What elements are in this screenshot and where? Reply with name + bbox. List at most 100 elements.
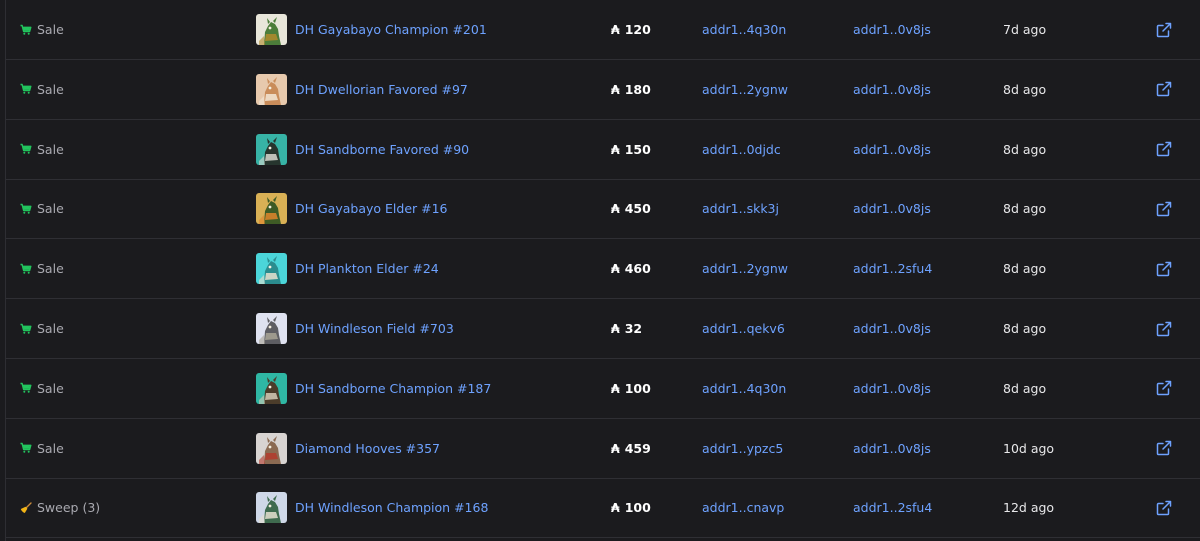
to-address-link[interactable]: addr1..2sfu4	[853, 478, 932, 537]
from-address-link[interactable]: addr1..skk3j	[702, 179, 779, 238]
external-link-button[interactable]	[1156, 419, 1172, 478]
nft-name-link[interactable]: DH Windleson Field #703	[295, 321, 454, 336]
ada-currency-symbol: ₳	[611, 141, 620, 157]
to-address-link[interactable]: addr1..2sfu4	[853, 239, 932, 298]
nft-thumbnail[interactable]	[256, 73, 287, 105]
external-link-button[interactable]	[1156, 179, 1172, 238]
time-ago: 10d ago	[1003, 440, 1055, 456]
time-ago: 8d ago	[1003, 201, 1047, 217]
ada-currency-symbol: ₳	[611, 22, 620, 37]
to-address-link[interactable]: addr1..0v8js	[853, 120, 931, 179]
price: ₳ 100	[611, 359, 651, 418]
nft-thumbnail[interactable]	[256, 432, 287, 464]
external-link-icon[interactable]	[1156, 440, 1172, 456]
cart-icon	[20, 382, 32, 394]
external-link-icon[interactable]	[1156, 141, 1172, 157]
external-link-button[interactable]	[1156, 359, 1172, 418]
to-address-link[interactable]: addr1..0v8js	[853, 359, 931, 418]
time-ago: 7d ago	[1003, 22, 1047, 37]
external-link-button[interactable]	[1156, 478, 1172, 537]
cart-icon	[20, 203, 32, 215]
to-address-link[interactable]: addr1..0v8js	[853, 60, 931, 119]
price-value: 100	[624, 500, 651, 516]
to-address-link[interactable]: addr1..0v8js	[853, 0, 931, 59]
nft-image	[256, 133, 287, 165]
nft-name-link[interactable]: DH Sandborne Favored #90	[295, 142, 469, 157]
event-type-label: Sweep (3)	[37, 500, 101, 516]
nft-cell[interactable]: DH Plankton Elder #24	[256, 239, 439, 298]
nft-name-link[interactable]: DH Dwellorian Favored #97	[295, 82, 468, 97]
from-address-link[interactable]: addr1..ypzc5	[702, 419, 783, 478]
event-type-label: Sale	[37, 261, 64, 277]
nft-cell[interactable]: DH Sandborne Favored #90	[256, 120, 469, 179]
ada-currency-symbol: ₳	[611, 201, 620, 217]
cart-icon	[20, 323, 32, 335]
from-address-link[interactable]: addr1..2ygnw	[702, 239, 788, 298]
from-address-link[interactable]: addr1..4q30n	[702, 359, 786, 418]
from-address-link[interactable]: addr1..cnavp	[702, 478, 784, 537]
external-link-icon[interactable]	[1156, 261, 1172, 277]
ada-currency-symbol: ₳	[611, 261, 620, 277]
nft-thumbnail[interactable]	[256, 193, 287, 225]
external-link-icon[interactable]	[1156, 500, 1172, 516]
ada-currency-symbol: ₳	[611, 81, 620, 97]
nft-cell[interactable]: Diamond Hooves #357	[256, 419, 440, 478]
from-address-link[interactable]: addr1..4q30n	[702, 0, 786, 59]
external-link-icon[interactable]	[1156, 81, 1172, 97]
nft-cell[interactable]: DH Dwellorian Favored #97	[256, 60, 468, 119]
nft-name-link[interactable]: DH Gayabayo Champion #201	[295, 22, 487, 37]
nft-name-link[interactable]: DH Plankton Elder #24	[295, 261, 439, 276]
table-row: Sale DH Dwellorian Favored #97 ₳ 180 add…	[6, 60, 1200, 120]
to-address-link[interactable]: addr1..0v8js	[853, 179, 931, 238]
price-value: 120	[624, 22, 651, 37]
event-type-label: Sale	[37, 22, 64, 37]
external-link-button[interactable]	[1156, 299, 1172, 358]
price: ₳ 32	[611, 299, 642, 358]
external-link-button[interactable]	[1156, 239, 1172, 298]
table-row: Sale Diamond Hooves #357 ₳ 459 addr1..yp…	[6, 419, 1200, 479]
event-type-label: Sale	[37, 440, 64, 456]
table-row: Sale DH Windleson Field #703 ₳ 32 addr1.…	[6, 299, 1200, 359]
nft-thumbnail[interactable]	[256, 313, 287, 344]
table-row: Sale DH Gayabayo Champion #201 ₳ 120 add…	[6, 0, 1200, 60]
external-link-icon[interactable]	[1156, 321, 1172, 337]
nft-name-link[interactable]: DH Windleson Champion #168	[295, 500, 488, 515]
time-ago: 8d ago	[1003, 261, 1047, 277]
price-value: 180	[624, 81, 651, 97]
from-address-link[interactable]: addr1..2ygnw	[702, 60, 788, 119]
event-type-label: Sale	[37, 380, 64, 396]
event-type: Sale	[20, 359, 64, 418]
nft-cell[interactable]: DH Gayabayo Elder #16	[256, 179, 448, 238]
price-value: 460	[624, 261, 651, 277]
nft-thumbnail[interactable]	[256, 372, 287, 404]
from-address-link[interactable]: addr1..qekv6	[702, 299, 785, 358]
price-value: 32	[624, 321, 643, 336]
time-ago: 8d ago	[1003, 81, 1047, 97]
price: ₳ 100	[611, 478, 651, 537]
nft-name-link[interactable]: DH Gayabayo Elder #16	[295, 201, 448, 216]
nft-thumbnail[interactable]	[256, 133, 287, 165]
nft-cell[interactable]: DH Windleson Champion #168	[256, 478, 488, 537]
nft-image	[256, 253, 287, 285]
nft-name-link[interactable]: Diamond Hooves #357	[295, 441, 440, 456]
nft-cell[interactable]: DH Gayabayo Champion #201	[256, 0, 487, 59]
to-address-link[interactable]: addr1..0v8js	[853, 299, 931, 358]
from-address-link[interactable]: addr1..0djdc	[702, 120, 781, 179]
external-link-icon[interactable]	[1156, 201, 1172, 217]
time-ago: 12d ago	[1003, 500, 1055, 516]
event-type: Sale	[20, 179, 64, 238]
nft-cell[interactable]: DH Windleson Field #703	[256, 299, 454, 358]
nft-thumbnail[interactable]	[256, 253, 287, 285]
external-link-button[interactable]	[1156, 60, 1172, 119]
external-link-icon[interactable]	[1156, 22, 1172, 38]
nft-thumbnail[interactable]	[256, 492, 287, 524]
nft-cell[interactable]: DH Sandborne Champion #187	[256, 359, 491, 418]
external-link-button[interactable]	[1156, 120, 1172, 179]
nft-name-link[interactable]: DH Sandborne Champion #187	[295, 381, 491, 396]
event-type-label: Sale	[37, 141, 64, 157]
external-link-button[interactable]	[1156, 0, 1172, 59]
nft-thumbnail[interactable]	[256, 14, 287, 45]
to-address-link[interactable]: addr1..0v8js	[853, 419, 931, 478]
price-value: 450	[624, 201, 651, 217]
external-link-icon[interactable]	[1156, 380, 1172, 396]
